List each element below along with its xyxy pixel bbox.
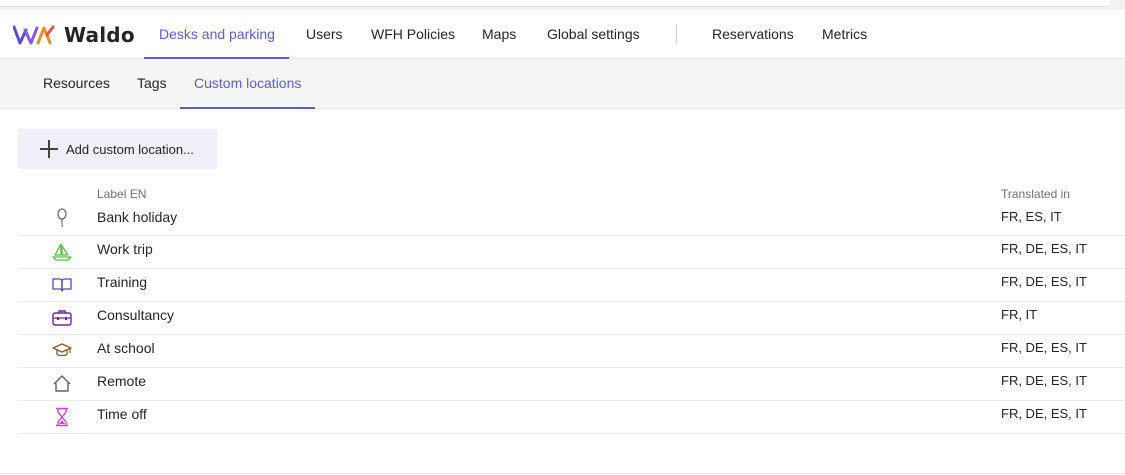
column-header-translated-in[interactable]: Translated in xyxy=(1001,187,1070,201)
tab-global-settings[interactable]: Global settings xyxy=(547,10,640,59)
tab-metrics[interactable]: Metrics xyxy=(822,10,867,59)
column-header-label-en[interactable]: Label EN xyxy=(97,187,146,201)
waldo-logo-icon xyxy=(13,25,55,45)
table-row[interactable]: Training FR, DE, ES, IT xyxy=(18,269,1125,302)
tab-desks-and-parking[interactable]: Desks and parking xyxy=(144,10,289,59)
balloon-icon xyxy=(52,208,72,228)
sub-navbar: Resources Tags Custom locations xyxy=(0,60,1125,109)
app-name: Waldo xyxy=(64,23,135,47)
nav-divider xyxy=(676,24,677,44)
home-icon xyxy=(52,374,72,394)
table-row[interactable]: At school FR, DE, ES, IT xyxy=(18,335,1125,368)
row-translations: FR, DE, ES, IT xyxy=(1001,274,1087,289)
sailboat-icon xyxy=(52,242,72,262)
table-row[interactable]: Consultancy FR, IT xyxy=(18,302,1125,335)
row-translations: FR, IT xyxy=(1001,307,1038,322)
row-label: Work trip xyxy=(97,241,153,257)
add-custom-location-button[interactable]: Add custom location... xyxy=(18,129,217,169)
row-label: Bank holiday xyxy=(97,209,178,225)
plus-icon xyxy=(40,140,58,158)
subtab-tags[interactable]: Tags xyxy=(137,60,167,108)
row-translations: FR, DE, ES, IT xyxy=(1001,373,1087,388)
row-label: Consultancy xyxy=(97,307,175,323)
tab-wfh-policies[interactable]: WFH Policies xyxy=(371,10,455,59)
subtab-custom-locations[interactable]: Custom locations xyxy=(179,60,316,109)
tab-maps[interactable]: Maps xyxy=(482,10,516,59)
table-header: Label EN Translated in xyxy=(18,182,1125,206)
book-icon xyxy=(52,275,72,295)
row-translations: FR, DE, ES, IT xyxy=(1001,406,1087,421)
row-translations: FR, DE, ES, IT xyxy=(1001,340,1087,355)
row-label: At school xyxy=(97,340,155,356)
row-label: Training xyxy=(97,274,148,290)
add-custom-location-label: Add custom location... xyxy=(66,141,194,157)
table-row[interactable]: Bank holiday FR, ES, IT xyxy=(18,206,1125,236)
briefcase-icon xyxy=(52,308,72,328)
subtab-resources[interactable]: Resources xyxy=(43,60,110,108)
row-label: Time off xyxy=(97,406,147,422)
bottom-divider xyxy=(0,473,1125,474)
table-row[interactable]: Remote FR, DE, ES, IT xyxy=(18,368,1125,401)
table-row[interactable]: Work trip FR, DE, ES, IT xyxy=(18,236,1125,269)
table-row[interactable]: Time off FR, DE, ES, IT xyxy=(18,401,1125,434)
tab-reservations[interactable]: Reservations xyxy=(712,10,794,59)
waldo-logo[interactable]: Waldo xyxy=(13,23,135,47)
tab-users[interactable]: Users xyxy=(306,10,343,59)
custom-locations-table: Label EN Translated in Bank holiday FR, … xyxy=(18,182,1125,434)
top-strip xyxy=(0,0,1125,10)
row-label: Remote xyxy=(97,373,147,389)
graduation-cap-icon xyxy=(52,341,72,361)
hourglass-icon xyxy=(52,407,72,427)
top-navbar: Waldo Desks and parking Users WFH Polici… xyxy=(0,10,1125,59)
row-translations: FR, DE, ES, IT xyxy=(1001,241,1087,256)
row-translations: FR, ES, IT xyxy=(1001,209,1062,224)
